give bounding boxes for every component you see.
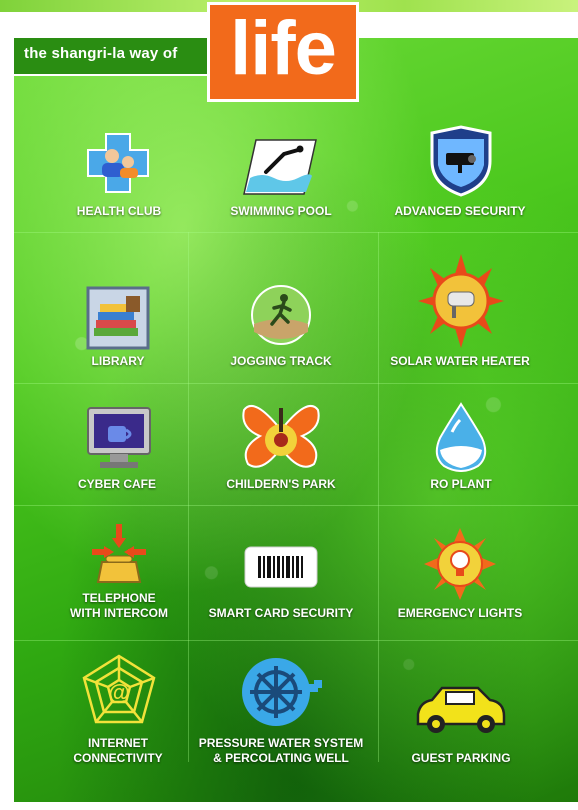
water-drop-icon xyxy=(435,402,487,472)
grid-line xyxy=(14,232,578,233)
grid-line xyxy=(14,640,578,641)
barcode-card-icon xyxy=(244,546,318,588)
solar-sun-icon xyxy=(418,254,504,348)
telephone-icon xyxy=(92,524,146,583)
svg-text:@: @ xyxy=(108,680,129,705)
security-camera-icon xyxy=(430,125,492,197)
amenity-label: PRESSURE WATER SYSTEM xyxy=(198,736,364,750)
computer-cup-icon xyxy=(87,407,151,468)
jogging-runner-icon xyxy=(251,285,311,345)
headline: life xyxy=(230,6,337,91)
tagline: the shangri-la way of xyxy=(24,45,178,62)
amenity-label: JOGGING TRACK xyxy=(230,354,332,368)
amenity-label: LIBRARY xyxy=(91,354,145,368)
butterfly-flower-icon xyxy=(242,405,320,468)
amenity-label: RO PLANT xyxy=(430,477,492,491)
amenity-label-line2: & PERCOLATING WELL xyxy=(213,751,349,765)
amenity-label-line2: WITH INTERCOM xyxy=(70,606,168,620)
swimming-pool-icon xyxy=(243,139,317,195)
water-wheel-icon xyxy=(242,658,322,726)
grid-line xyxy=(14,383,578,384)
amenity-label: SOLAR WATER HEATER xyxy=(390,354,530,368)
amenity-label: CHILDERN'S PARK xyxy=(226,477,336,491)
web-at-icon: @ xyxy=(82,654,156,724)
amenity-label: GUEST PARKING xyxy=(411,751,511,765)
amenity-label: CYBER CAFE xyxy=(77,477,157,491)
amenity-label: HEALTH CLUB xyxy=(76,204,162,218)
amenity-label: ADVANCED SECURITY xyxy=(394,204,526,218)
amenity-label: EMERGENCY LIGHTS xyxy=(397,606,523,620)
amenity-label-line2: CONNECTIVITY xyxy=(73,751,163,765)
library-books-icon xyxy=(86,286,150,350)
emergency-bulb-icon xyxy=(424,528,496,600)
grid-line xyxy=(14,505,578,506)
amenity-label: INTERNET xyxy=(88,736,148,750)
amenity-label: SWIMMING POOL xyxy=(230,204,332,218)
amenities-poster: the shangri-la way of life HEALTH CLUB S… xyxy=(0,0,578,810)
grid-line xyxy=(188,232,189,762)
amenity-label: TELEPHONE xyxy=(82,591,156,605)
grid-line xyxy=(378,232,379,762)
health-club-icon xyxy=(87,133,149,193)
car-icon xyxy=(416,686,506,733)
amenity-label: SMART CARD SECURITY xyxy=(208,606,354,620)
